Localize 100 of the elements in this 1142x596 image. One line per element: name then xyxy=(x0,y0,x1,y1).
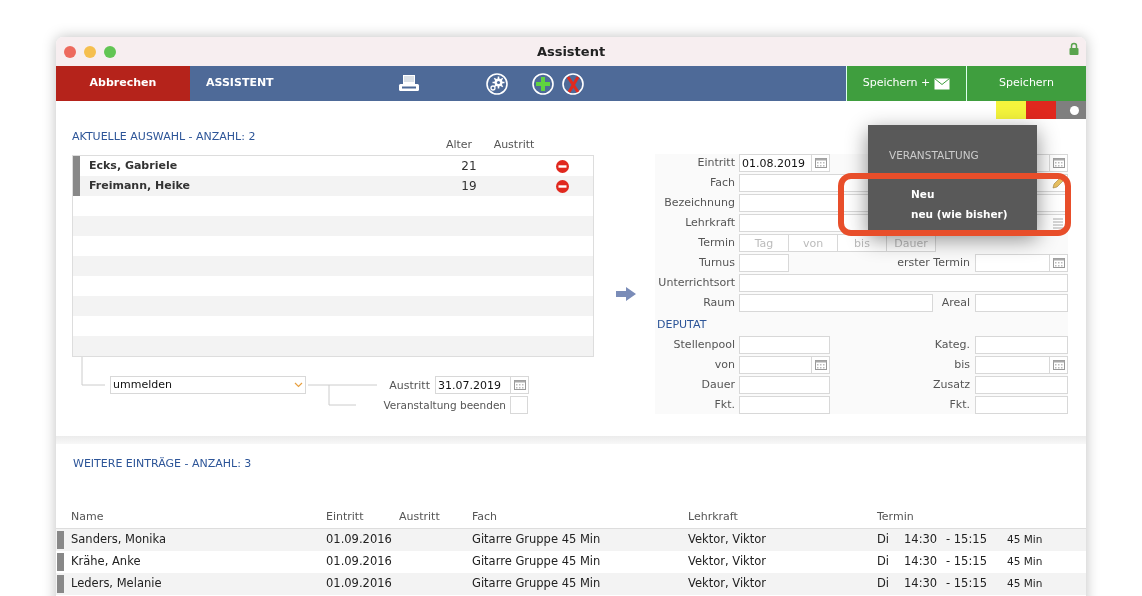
field-label: Lehrkraft xyxy=(684,214,735,231)
column-header: Termin xyxy=(877,509,915,526)
day-cell-text: Di xyxy=(877,553,891,571)
calendar-button[interactable] xyxy=(812,154,830,172)
date-cell-text: 01.09.2016 xyxy=(326,531,393,549)
teacher-cell-text: Vektor, Viktor xyxy=(688,531,768,549)
date-cell-text: 01.09.2016 xyxy=(326,553,393,571)
input-field[interactable] xyxy=(739,254,789,272)
field-label: Veranstaltung beenden xyxy=(383,398,506,413)
lock-icon xyxy=(1069,42,1079,55)
field-label: erster Termin xyxy=(897,254,970,271)
field-label: Zusatz xyxy=(932,376,970,393)
calendar-button[interactable] xyxy=(1050,356,1068,374)
input-field[interactable] xyxy=(975,294,1068,312)
time-cell-text: 14:30 xyxy=(904,553,939,571)
window-control-button[interactable] xyxy=(84,46,96,58)
name-cell-text: Ecks, Gabriele xyxy=(88,157,179,174)
field-label: Stellenpool xyxy=(672,336,735,353)
list-icon[interactable] xyxy=(1052,217,1064,229)
date-field[interactable]: 31.07.2019 xyxy=(435,376,511,394)
field-label: bis xyxy=(954,356,970,373)
cancel-button[interactable]: Abbrechen xyxy=(56,66,190,101)
connector-line xyxy=(81,357,106,386)
delete-icon[interactable] xyxy=(561,72,584,95)
input-field[interactable]: Tag xyxy=(739,234,789,252)
time-cell-text: - 15:15 xyxy=(946,531,988,549)
dropdown[interactable]: ummelden xyxy=(110,376,306,394)
section-heading: DEPUTAT xyxy=(657,316,707,333)
field-label: Dauer xyxy=(700,376,735,393)
menu-heading: VERANSTALTUNG xyxy=(889,148,979,163)
field-label: Austritt xyxy=(389,378,430,394)
calendar-button[interactable] xyxy=(812,356,830,374)
teacher-cell-text: Vektor, Viktor xyxy=(688,575,768,593)
input-field[interactable] xyxy=(975,336,1068,354)
field-label: Fkt. xyxy=(713,396,735,413)
field-label: Kateg. xyxy=(934,336,970,353)
date-field[interactable]: 01.08.2019 xyxy=(739,154,812,172)
field-label: Eintritt xyxy=(696,154,735,171)
time-cell-text: - 15:15 xyxy=(946,553,988,571)
menu-item[interactable]: Neu xyxy=(911,187,935,203)
input-field[interactable] xyxy=(739,396,830,414)
input-field[interactable] xyxy=(739,376,830,394)
subject-cell-text: Gitarre Gruppe 45 Min xyxy=(472,553,602,571)
remove-icon[interactable] xyxy=(556,159,569,173)
gear-icon[interactable] xyxy=(485,72,508,95)
input-field[interactable] xyxy=(739,274,1068,292)
calendar-icon xyxy=(512,379,527,391)
day-cell-text: Di xyxy=(877,531,891,549)
calendar-icon xyxy=(1051,359,1066,371)
time-cell-text: 14:30 xyxy=(904,575,939,593)
column-header: Lehrkraft xyxy=(688,509,739,526)
date-field[interactable] xyxy=(975,356,1050,374)
window-title: Assistent xyxy=(536,42,606,61)
envelope-icon xyxy=(934,77,951,90)
duration-cell-text: 45 Min xyxy=(1007,576,1044,592)
checkbox[interactable] xyxy=(510,396,528,414)
column-header: Austritt xyxy=(399,509,441,526)
window-control-button[interactable] xyxy=(104,46,116,58)
calendar-icon xyxy=(1051,257,1066,269)
column-header: Alter xyxy=(444,137,474,153)
name-cell-text: Leders, Melanie xyxy=(71,575,163,593)
window-control-button[interactable] xyxy=(64,46,76,58)
input-field[interactable] xyxy=(975,376,1068,394)
name-cell-text: Krähe, Anke xyxy=(71,553,142,571)
input-field[interactable] xyxy=(975,396,1068,414)
field-label: Termin xyxy=(697,234,735,251)
input-field[interactable]: bis xyxy=(837,234,887,252)
status-swatch[interactable] xyxy=(1056,101,1086,119)
section-heading: AKTUELLE AUSWAHL - ANZAHL: 2 xyxy=(72,128,256,145)
field-label: Areal xyxy=(941,294,970,311)
field-label: Fkt. xyxy=(949,396,970,413)
add-icon[interactable] xyxy=(531,72,554,95)
input-field[interactable] xyxy=(739,294,933,312)
toolbar-title: ASSISTENT xyxy=(206,75,274,92)
section-heading: WEITERE EINTRÄGE - ANZAHL: 3 xyxy=(73,457,252,470)
calendar-button[interactable] xyxy=(1050,254,1068,272)
input-field[interactable] xyxy=(739,336,830,354)
duration-cell-text: 45 Min xyxy=(1007,554,1044,570)
column-header: Austritt xyxy=(492,137,536,153)
time-cell-text: 14:30 xyxy=(904,531,939,549)
teacher-cell-text: Vektor, Viktor xyxy=(688,553,768,571)
calendar-button[interactable] xyxy=(511,376,529,394)
date-field[interactable] xyxy=(739,356,812,374)
remove-icon[interactable] xyxy=(556,179,569,193)
calendar-icon xyxy=(813,359,828,371)
time-cell-text: - 15:15 xyxy=(946,575,988,593)
status-swatch[interactable] xyxy=(996,101,1026,119)
printer-icon[interactable] xyxy=(397,73,420,94)
duration-cell-text: 45 Min xyxy=(1007,532,1044,548)
status-swatch[interactable] xyxy=(1026,101,1056,119)
date-field[interactable] xyxy=(975,254,1050,272)
age-cell-text: 19 xyxy=(460,178,478,195)
caret-icon xyxy=(294,382,303,388)
menu-item[interactable]: neu (wie bisher) xyxy=(911,207,1008,223)
calendar-button[interactable] xyxy=(1050,154,1068,172)
row-marker xyxy=(57,575,64,593)
input-field[interactable]: von xyxy=(788,234,838,252)
field-label: Turnus xyxy=(697,254,735,271)
field-label: Fach xyxy=(708,174,735,191)
date-cell-text: 01.09.2016 xyxy=(326,575,393,593)
